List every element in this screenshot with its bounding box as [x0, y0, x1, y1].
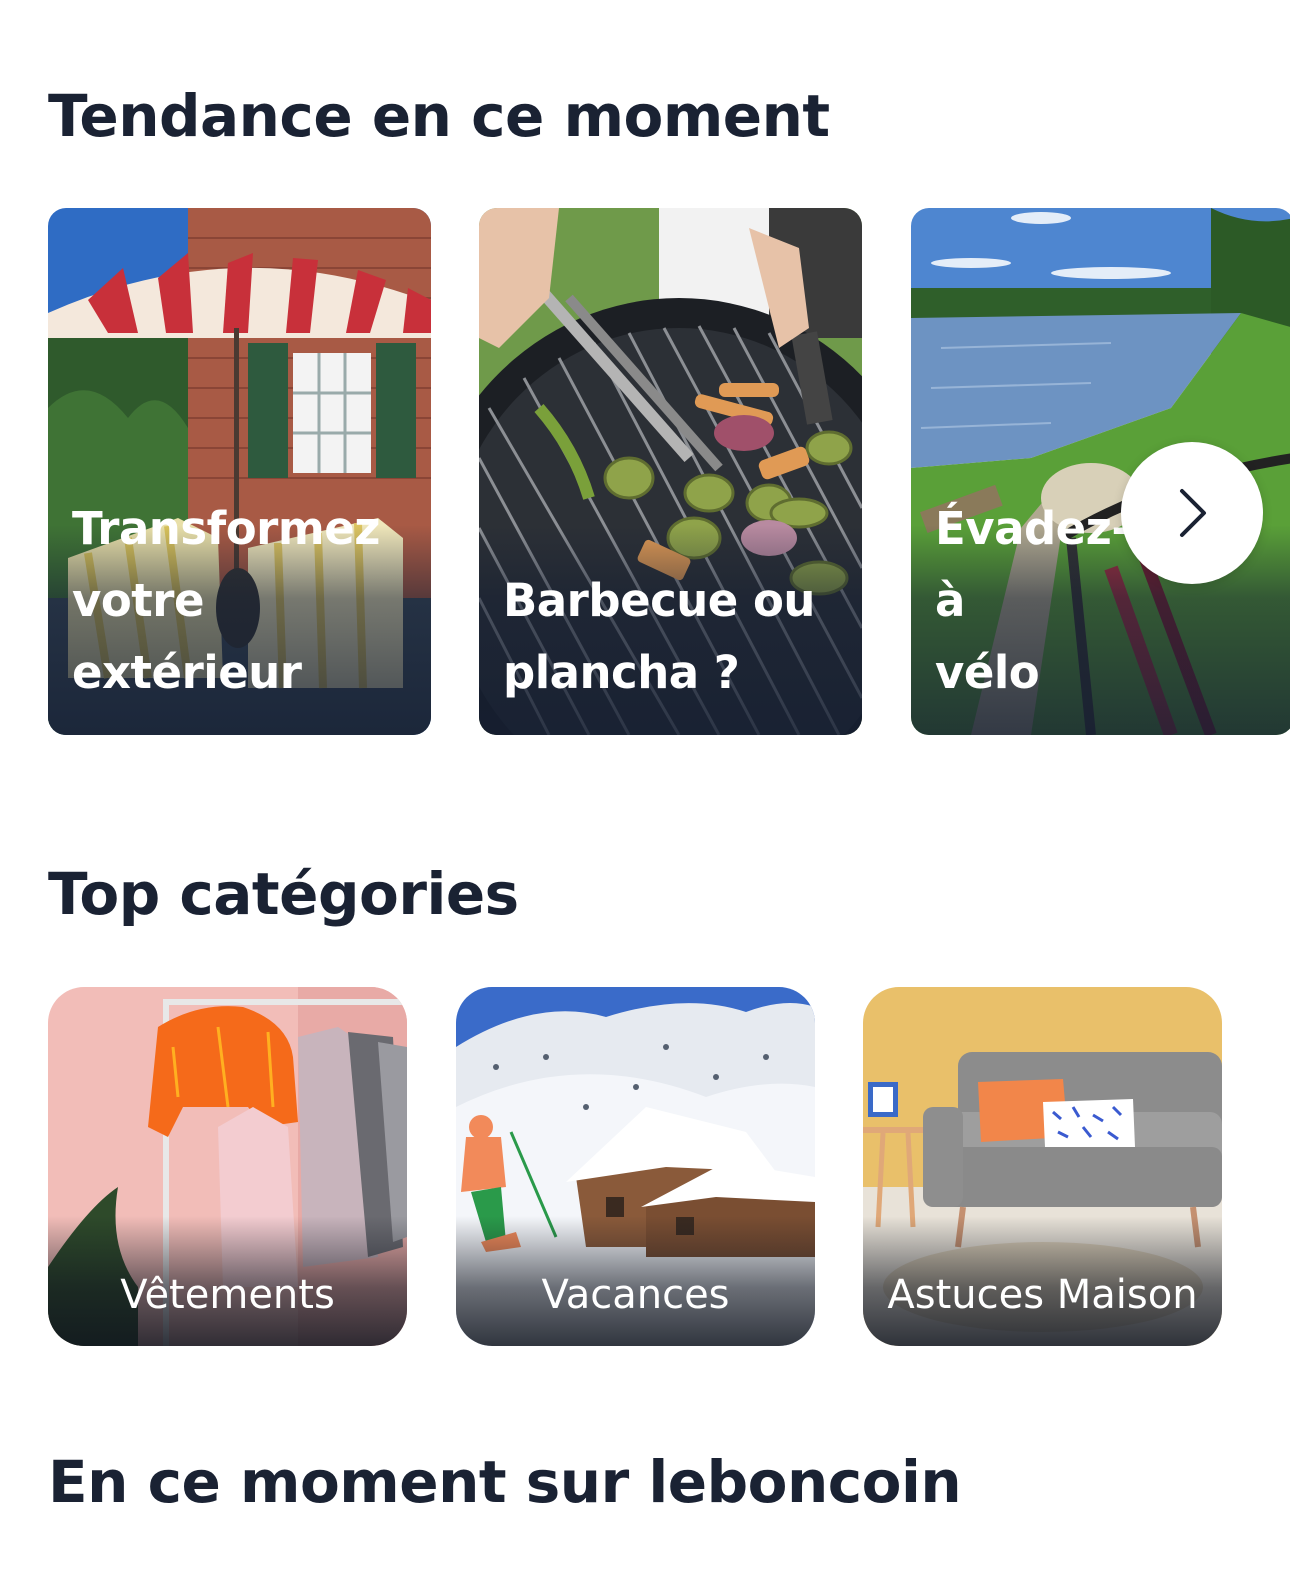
trending-carousel[interactable]: Transformez votre extérieur Barbecue ou … [0, 208, 1290, 735]
section-title-top-categories: Top catégories [48, 860, 519, 928]
trend-card-outdoor[interactable]: Transformez votre extérieur [48, 208, 431, 735]
section-title-now-on-leboncoin: En ce moment sur leboncoin [48, 1448, 962, 1516]
trend-card-title-line2: plancha ? [503, 646, 740, 699]
category-label: Vêtements [120, 1272, 335, 1318]
chevron-right-icon [1180, 489, 1206, 537]
category-card-vacances[interactable]: Vacances [456, 987, 815, 1346]
section-title-trending: Tendance en ce moment [48, 82, 830, 150]
trend-card-title: Barbecue ou plancha ? [503, 565, 848, 709]
trend-card-title: Transformez votre extérieur [72, 493, 417, 709]
carousel-next-button[interactable] [1121, 442, 1263, 584]
trend-card-title-line2: vélo [935, 646, 1040, 699]
category-card-vetements[interactable]: Vêtements [48, 987, 407, 1346]
trend-card-title-line1: Transformez [72, 502, 380, 555]
category-label: Astuces Maison [887, 1272, 1198, 1318]
category-card-astuces-maison[interactable]: Astuces Maison [863, 987, 1222, 1346]
trend-card-title-line1: Barbecue ou [503, 574, 815, 627]
category-label: Vacances [541, 1272, 730, 1318]
trend-card-title-line2: votre extérieur [72, 574, 302, 699]
trend-card-barbecue[interactable]: Barbecue ou plancha ? [479, 208, 862, 735]
page: Tendance en ce moment Transformez votre … [0, 0, 1290, 1570]
